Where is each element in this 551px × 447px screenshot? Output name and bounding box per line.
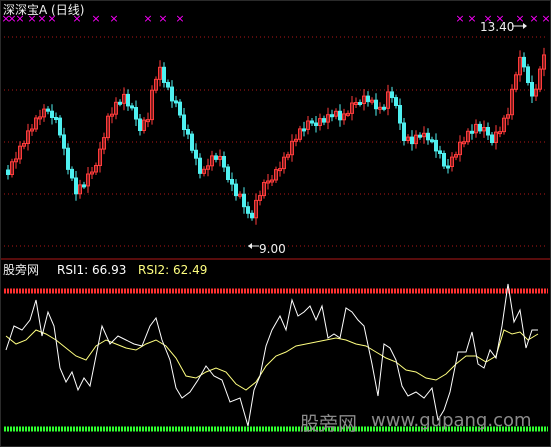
rsi1-label: RSI1: 66.93 <box>57 263 127 277</box>
signal-mark: × <box>175 12 184 25</box>
signal-mark: × <box>541 12 550 25</box>
rsi2-label: RSI2: 62.49 <box>138 263 208 277</box>
candle-body <box>410 136 414 145</box>
candle-body <box>382 106 386 110</box>
candle-body <box>390 91 394 99</box>
low-marker-arrow <box>248 243 252 249</box>
candle-body <box>478 123 482 132</box>
candle-body <box>6 169 10 175</box>
candle-body <box>182 114 186 130</box>
candle-body <box>198 157 202 174</box>
chart-canvas[interactable]: ××× × × × × × × × × × × × × × × × × <box>0 0 551 447</box>
candle-body <box>366 95 370 103</box>
candle-body <box>394 97 398 106</box>
candle-body <box>46 108 50 112</box>
candle-body <box>434 139 438 152</box>
candle-body <box>338 110 342 121</box>
signal-mark: × <box>529 12 538 25</box>
candle-body <box>526 66 530 84</box>
candle-body <box>162 66 166 83</box>
candle-body <box>126 93 130 107</box>
candle-body <box>358 102 362 105</box>
candle-body <box>190 133 194 151</box>
candle-body <box>178 101 182 116</box>
candle-body <box>530 82 534 97</box>
signal-mark: × <box>91 12 100 25</box>
candle-body <box>418 134 422 138</box>
candle-body <box>62 134 66 149</box>
candle-body <box>438 150 442 154</box>
candle-body <box>486 127 490 136</box>
candle-body <box>186 129 190 135</box>
candle-body <box>174 100 178 104</box>
candle-body <box>74 177 78 195</box>
signal-mark: × <box>143 12 152 25</box>
high-marker-arrow <box>523 23 527 29</box>
candle-body <box>314 122 318 126</box>
candle-body <box>402 122 406 141</box>
candle-body <box>470 130 474 134</box>
chart-window: × × × × × × × × × × × × × × × × × × × 深深宝A (日线) 13.40 9.00… <box>0 0 551 447</box>
candle-body <box>66 147 70 170</box>
candle-body <box>70 168 74 179</box>
candle-body <box>54 117 58 120</box>
candle-body <box>246 206 250 214</box>
signal-mark: × <box>515 12 524 25</box>
signal-mark: × <box>158 12 167 25</box>
candle-body <box>322 118 326 123</box>
candle-body <box>522 56 526 68</box>
signal-mark: × <box>109 12 118 25</box>
candle-body <box>134 107 138 120</box>
watermark-cn: 股旁网 <box>300 413 358 435</box>
candle-body <box>166 81 170 88</box>
candle-body <box>214 155 218 160</box>
candle-body <box>430 139 434 143</box>
candle-body <box>222 156 226 168</box>
low-price-label: 9.00 <box>259 242 286 256</box>
candle-body <box>426 132 430 141</box>
candle-body <box>442 153 446 167</box>
candle-body <box>310 120 314 124</box>
candle-body <box>330 114 334 118</box>
candle-body <box>234 183 238 197</box>
candle-body <box>250 212 254 219</box>
chart-title: 深深宝A (日线) <box>3 3 85 17</box>
candle-body <box>170 86 174 102</box>
candle-body <box>302 128 306 132</box>
candle-body <box>446 165 450 169</box>
indicator-name: 股旁网 <box>3 263 40 277</box>
candle-body <box>118 101 122 105</box>
candle-body <box>194 149 198 159</box>
candle-body <box>242 193 246 208</box>
candle-body <box>50 110 54 118</box>
candle-body <box>82 184 86 188</box>
watermark-url: www.gupang.com <box>371 410 532 431</box>
candle-body <box>130 105 134 109</box>
candle-body <box>138 118 142 131</box>
rsi1-line <box>5 283 538 427</box>
candle-body <box>490 134 494 143</box>
candle-body <box>226 166 230 180</box>
signal-mark: × <box>467 12 476 25</box>
candle-body <box>230 179 234 185</box>
signal-mark: × <box>455 12 464 25</box>
high-price-label: 13.40 <box>480 20 515 34</box>
candle-body <box>58 117 62 136</box>
candle-body <box>374 99 378 110</box>
candle-body <box>398 105 402 124</box>
